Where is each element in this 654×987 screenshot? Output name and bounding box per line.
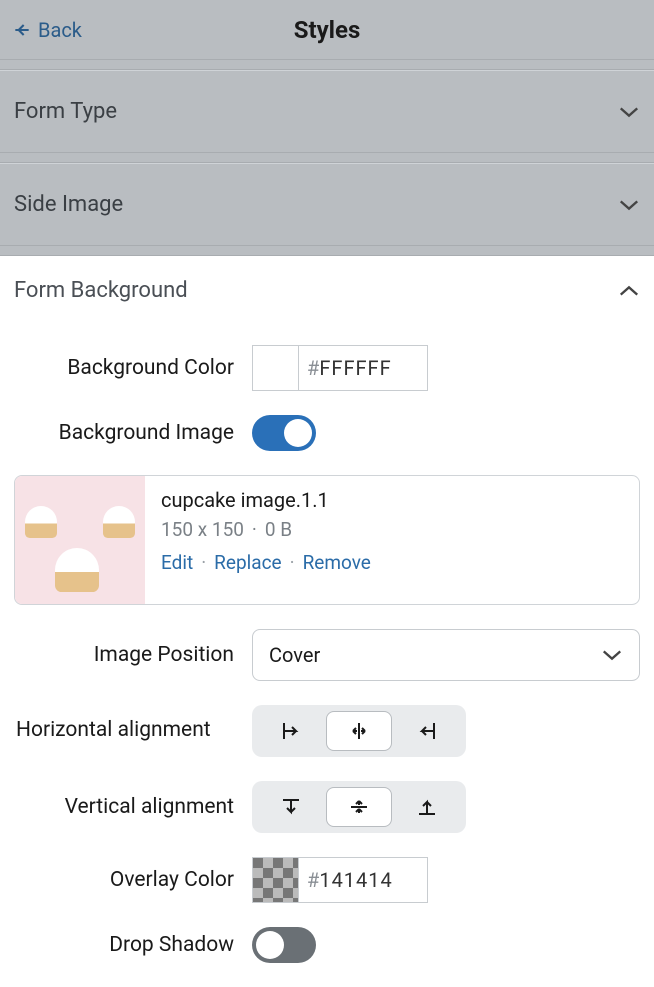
- row-image-position: Image Position Cover: [14, 629, 640, 681]
- bg-image-toggle[interactable]: [252, 415, 316, 451]
- section-label: Form Type: [14, 99, 117, 124]
- header: Back Styles: [0, 0, 654, 60]
- chevron-up-icon: [618, 280, 640, 302]
- page-title: Styles: [294, 16, 361, 44]
- hash-prefix: #: [307, 356, 319, 380]
- row-overlay-color: Overlay Color #: [14, 857, 640, 903]
- chevron-down-icon: [601, 644, 623, 666]
- row-bg-color: Background Color #: [14, 345, 640, 391]
- color-swatch[interactable]: [253, 346, 299, 390]
- section-form-background[interactable]: Form Background: [0, 256, 654, 321]
- section-form-type[interactable]: Form Type: [0, 70, 654, 153]
- color-swatch[interactable]: [253, 858, 299, 902]
- remove-link[interactable]: Remove: [303, 551, 371, 574]
- edit-link[interactable]: Edit: [161, 551, 193, 574]
- image-position-select[interactable]: Cover: [252, 629, 640, 681]
- spacer: [0, 153, 654, 163]
- image-name: cupcake image.1.1: [161, 488, 623, 512]
- overlay-color-field[interactable]: [319, 868, 409, 892]
- drop-shadow-label: Drop Shadow: [14, 933, 252, 957]
- row-bg-image: Background Image: [14, 415, 640, 451]
- overlay-color-input[interactable]: #: [252, 857, 428, 903]
- section-label: Side Image: [14, 192, 123, 217]
- replace-link[interactable]: Replace: [214, 551, 281, 574]
- row-h-align: Horizontal alignment: [14, 705, 640, 757]
- back-arrow-icon: [12, 20, 32, 40]
- drop-shadow-toggle[interactable]: [252, 927, 316, 963]
- v-align-segment: [252, 781, 466, 833]
- align-middle-button[interactable]: [326, 787, 392, 827]
- image-actions: Edit·Replace·Remove: [161, 551, 623, 574]
- overlay-color-label: Overlay Color: [14, 868, 252, 892]
- section-side-image[interactable]: Side Image: [0, 163, 654, 246]
- bg-image-label: Background Image: [14, 421, 252, 445]
- v-align-label: Vertical alignment: [14, 795, 252, 819]
- image-card: cupcake image.1.1 150 x 150·0 B Edit·Rep…: [14, 475, 640, 605]
- bg-color-field[interactable]: [319, 356, 409, 380]
- chevron-down-icon: [618, 101, 640, 123]
- image-meta: cupcake image.1.1 150 x 150·0 B Edit·Rep…: [145, 476, 639, 604]
- row-v-align: Vertical alignment: [14, 781, 640, 833]
- image-dims: 150 x 150·0 B: [161, 518, 623, 541]
- section-label: Form Background: [14, 278, 188, 303]
- image-thumbnail[interactable]: [15, 476, 145, 604]
- align-top-button[interactable]: [258, 787, 324, 827]
- h-align-segment: [252, 705, 466, 757]
- h-align-label: Horizontal alignment: [14, 716, 252, 745]
- row-drop-shadow: Drop Shadow: [14, 927, 640, 963]
- align-right-button[interactable]: [394, 711, 460, 751]
- spacer: [0, 246, 654, 256]
- align-left-button[interactable]: [258, 711, 324, 751]
- align-bottom-button[interactable]: [394, 787, 460, 827]
- back-button[interactable]: Back: [12, 18, 82, 42]
- select-value: Cover: [269, 643, 320, 667]
- back-label: Back: [38, 18, 82, 42]
- align-center-button[interactable]: [326, 711, 392, 751]
- section-body: Background Color # Background Image cupc…: [0, 345, 654, 963]
- hash-prefix: #: [307, 868, 319, 892]
- spacer: [0, 60, 654, 70]
- image-position-label: Image Position: [14, 643, 252, 667]
- bg-color-label: Background Color: [14, 356, 252, 380]
- bg-color-input[interactable]: #: [252, 345, 428, 391]
- chevron-down-icon: [618, 194, 640, 216]
